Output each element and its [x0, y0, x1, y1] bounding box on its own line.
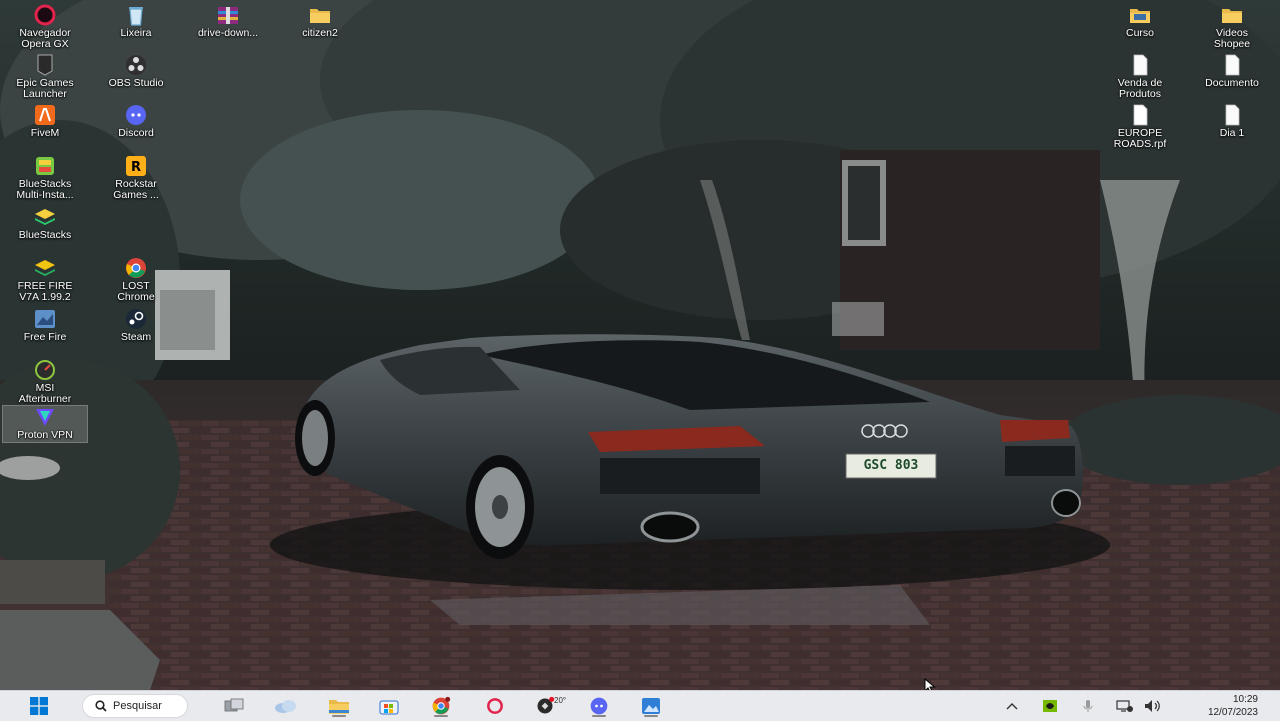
bluestacks-icon: [35, 209, 55, 225]
nvidia-icon: [1043, 700, 1057, 712]
photos-icon: [642, 698, 660, 714]
running-indicator: [592, 715, 606, 717]
desktop-wallpaper: GSC 803: [0, 0, 1280, 690]
desktop-icon-recycle-bin[interactable]: Lixeira: [94, 4, 178, 54]
show-hidden-icons-button[interactable]: [1002, 694, 1022, 718]
file-icon: [1133, 104, 1148, 126]
taskbar-clock[interactable]: 10:29 12/07/2023: [1208, 693, 1258, 719]
desktop-icon-fivem[interactable]: FiveM: [3, 104, 87, 154]
search-icon: [95, 700, 107, 712]
desktop-icon-bluestacks[interactable]: BlueStacks: [3, 206, 87, 256]
desktop-icon-obs-studio[interactable]: OBS Studio: [94, 54, 178, 104]
task-view-button[interactable]: [220, 694, 248, 718]
tray-nvidia[interactable]: [1040, 694, 1060, 718]
microphone-icon: [1083, 700, 1093, 712]
taskbar: Pesquisar 20° 10:29 12/07/2023: [0, 690, 1280, 721]
free-fire-shortcut-icon: [35, 310, 55, 328]
desktop-icon-discord[interactable]: Discord: [94, 104, 178, 154]
clock-date: 12/07/2023: [1207, 707, 1258, 718]
running-indicator: [332, 715, 346, 717]
windows-logo-icon: [30, 697, 48, 715]
bluestacks-multi-icon: [36, 157, 54, 175]
search-label: Pesquisar: [113, 700, 162, 712]
archive-icon: [218, 7, 238, 24]
clock-time: 10:29: [1232, 694, 1258, 705]
desktop-icon-epic-games[interactable]: Epic Games Launcher: [3, 54, 87, 104]
taskbar-photos[interactable]: [636, 694, 666, 718]
speaker-icon: [1145, 700, 1160, 712]
cloud-icon: [275, 700, 296, 713]
taskbar-discord[interactable]: [584, 694, 614, 718]
file-explorer-icon: [329, 700, 349, 714]
license-plate: GSC 803: [863, 458, 919, 473]
document-icon: [1225, 104, 1240, 126]
desktop-icon-lost-chrome[interactable]: LOST Chrome: [94, 257, 178, 307]
folder-icon: [310, 9, 330, 23]
weather-widget[interactable]: 20°: [268, 694, 566, 718]
obs-studio-icon: [126, 55, 146, 75]
tray-volume[interactable]: [1142, 694, 1164, 718]
opera-gx-icon: [487, 698, 503, 714]
desktop-icon-citizen2[interactable]: citizen2: [278, 4, 362, 54]
app-icon: [537, 696, 555, 714]
recycle-bin-icon: [129, 7, 143, 26]
discord-icon: [126, 105, 146, 125]
desktop-icon-venda-de-produtos[interactable]: Venda de Produtos: [1098, 54, 1182, 104]
desktop-icon-opera-gx[interactable]: Navegador Opera GX: [3, 4, 87, 54]
document-icon: [1225, 54, 1240, 76]
opera-gx-icon: [34, 4, 56, 26]
network-icon: [1116, 700, 1133, 712]
chrome-icon: [126, 258, 146, 278]
folder-icon: [1130, 9, 1150, 23]
start-button[interactable]: [24, 694, 54, 718]
desktop-icon-documento[interactable]: Documento: [1190, 54, 1274, 104]
proton-vpn-icon: [36, 409, 54, 426]
tray-network[interactable]: [1114, 694, 1136, 718]
desktop-icon-msi-afterburner[interactable]: MSI Afterburner: [3, 359, 87, 409]
taskbar-chrome[interactable]: [426, 694, 456, 718]
desktop-icon-rockstar[interactable]: R Rockstar Games ...: [94, 155, 178, 205]
steam-icon: [126, 309, 146, 329]
desktop-icon-curso[interactable]: Curso: [1098, 4, 1182, 54]
msi-afterburner-icon: [35, 360, 55, 380]
running-indicator: [434, 715, 448, 717]
desktop-icon-bluestacks-multi[interactable]: BlueStacks Multi-Insta...: [3, 155, 87, 205]
desktop-icon-dia-1[interactable]: Dia 1: [1190, 104, 1274, 154]
svg-text:R: R: [131, 160, 141, 175]
document-icon: [1133, 54, 1148, 76]
desktop-icon-free-fire[interactable]: Free Fire: [3, 308, 87, 358]
epic-games-icon: [37, 54, 53, 76]
desktop-icon-steam[interactable]: Steam: [94, 308, 178, 358]
desktop-icon-videos-shopee[interactable]: Videos Shopee: [1190, 4, 1274, 54]
folder-icon: [1222, 9, 1242, 23]
taskbar-file-explorer[interactable]: [324, 694, 354, 718]
rockstar-games-icon: R: [126, 156, 146, 176]
chevron-up-icon: [1006, 703, 1018, 710]
desktop-icon-free-fire-v7a[interactable]: FREE FIRE V7A 1.99.2: [3, 257, 87, 307]
tray-microphone[interactable]: [1078, 694, 1098, 718]
task-view-icon: [224, 698, 244, 712]
microsoft-store-icon: [379, 700, 399, 715]
taskbar-opera-gx[interactable]: [480, 694, 510, 718]
chrome-icon: [432, 696, 451, 715]
free-fire-icon: [35, 260, 55, 276]
running-indicator: [644, 715, 658, 717]
taskbar-microsoft-store[interactable]: [374, 694, 404, 718]
fivem-icon: [35, 105, 55, 125]
desktop-icon-proton-vpn[interactable]: Proton VPN: [2, 405, 88, 443]
desktop-icon-europe-roads[interactable]: EUROPE ROADS.rpf: [1098, 104, 1182, 154]
taskbar-search-box[interactable]: Pesquisar: [82, 694, 188, 718]
taskbar-app[interactable]: [530, 694, 560, 718]
desktop-icon-drive-download[interactable]: drive-down...: [186, 4, 270, 54]
discord-icon: [590, 697, 608, 715]
